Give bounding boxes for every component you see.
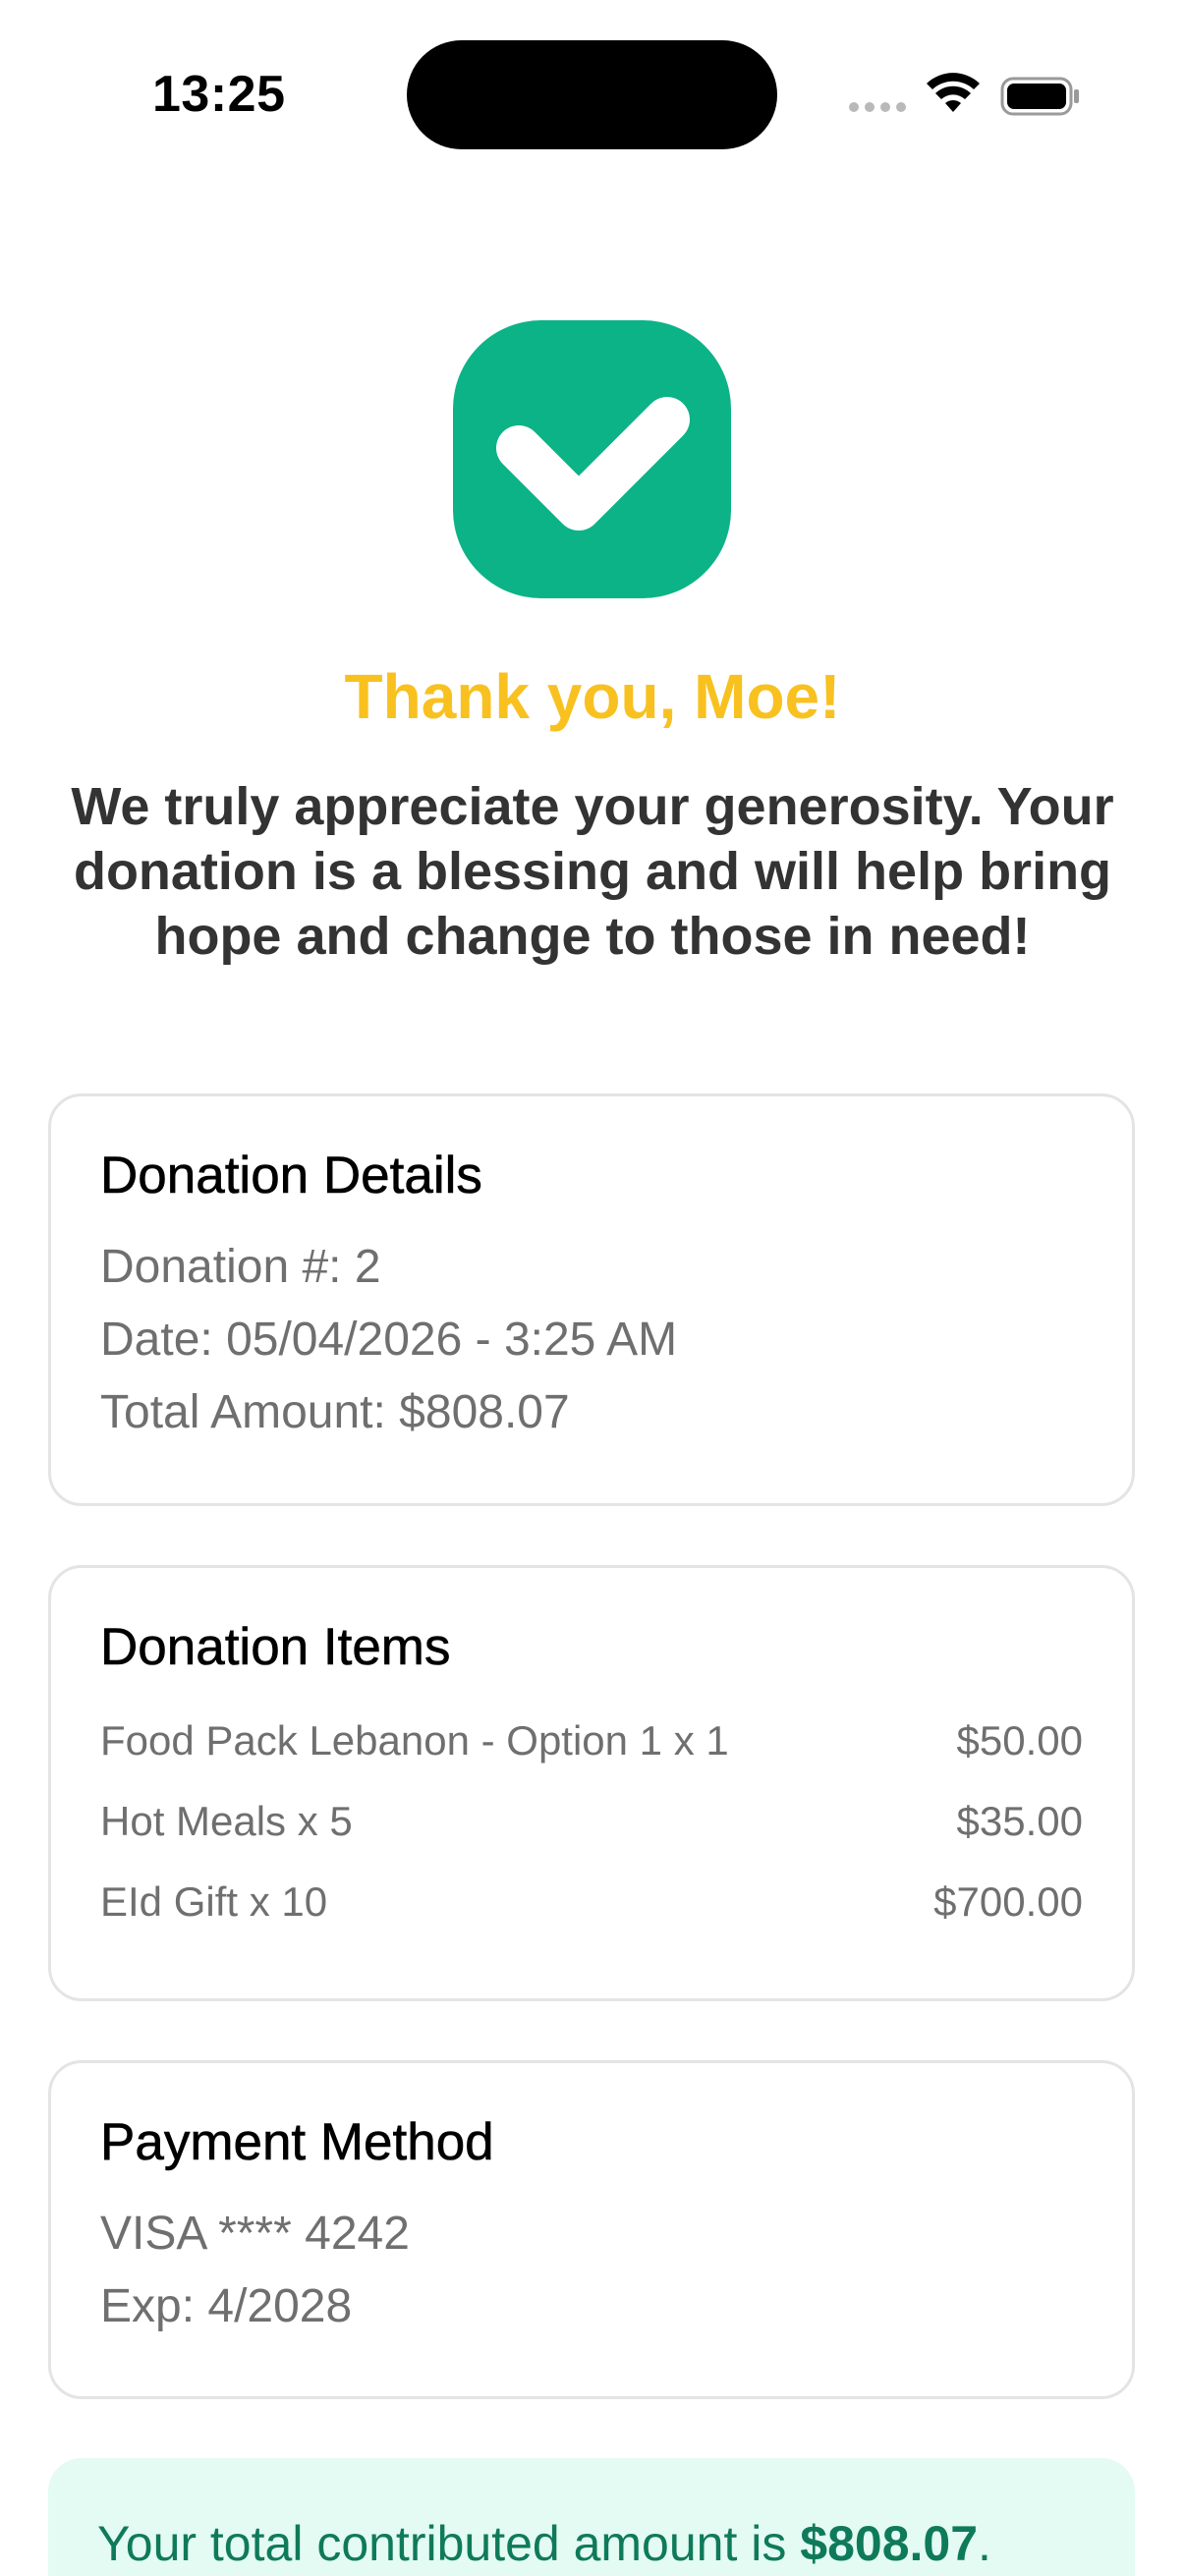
payment-card-number: VISA **** 4242 — [100, 2208, 410, 2260]
thank-you-title: Thank you, Moe! — [344, 661, 841, 732]
item-price: $50.00 — [956, 1717, 1083, 1764]
thank-you-message: We truly appreciate your generosity. You… — [71, 777, 1114, 966]
list-item: Hot Meals x 5 $35.00 — [100, 1798, 1083, 1845]
success-badge — [453, 320, 731, 598]
list-item: EId Gift x 10 $700.00 — [100, 1878, 1083, 1926]
donation-details-title: Donation Details — [100, 1147, 482, 1205]
item-price: $700.00 — [933, 1878, 1083, 1925]
cellular-signal-icon — [849, 102, 906, 112]
donation-items-title: Donation Items — [100, 1618, 451, 1677]
list-item: Food Pack Lebanon - Option 1 x 1 $50.00 — [100, 1717, 1083, 1764]
status-bar-time: 13:25 — [152, 66, 286, 123]
donation-total-amount: Total Amount: $808.07 — [100, 1386, 570, 1438]
item-name: EId Gift x 10 — [100, 1878, 328, 1925]
wifi-icon — [927, 73, 980, 112]
payment-card-expiry: Exp: 4/2028 — [100, 2280, 353, 2332]
checkmark-icon — [496, 397, 690, 531]
dynamic-island — [407, 40, 777, 149]
item-name: Hot Meals x 5 — [100, 1798, 353, 1844]
donation-confirmation-screen: 13:25 Thank you, Moe! We truly appreciat… — [0, 0, 1185, 2576]
total-amount: $808.07 — [800, 2516, 979, 2571]
total-contribution-banner: Your total contributed amount is $808.07… — [48, 2458, 1135, 2576]
item-price: $35.00 — [956, 1798, 1083, 1844]
total-contribution-text: Your total contributed amount is $808.07… — [97, 2515, 991, 2572]
battery-icon — [1000, 77, 1079, 116]
donation-items-card: Donation Items Food Pack Lebanon - Optio… — [48, 1565, 1135, 2001]
payment-method-title: Payment Method — [100, 2113, 494, 2172]
donation-details-card: Donation Details Donation #: 2 Date: 05/… — [48, 1093, 1135, 1506]
item-name: Food Pack Lebanon - Option 1 x 1 — [100, 1717, 729, 1764]
donation-date: Date: 05/04/2026 - 3:25 AM — [100, 1314, 678, 1366]
donation-number: Donation #: 2 — [100, 1241, 381, 1293]
total-suffix: . — [978, 2516, 991, 2571]
total-prefix: Your total contributed amount is — [97, 2516, 801, 2571]
payment-method-card: Payment Method VISA **** 4242 Exp: 4/202… — [48, 2060, 1135, 2399]
